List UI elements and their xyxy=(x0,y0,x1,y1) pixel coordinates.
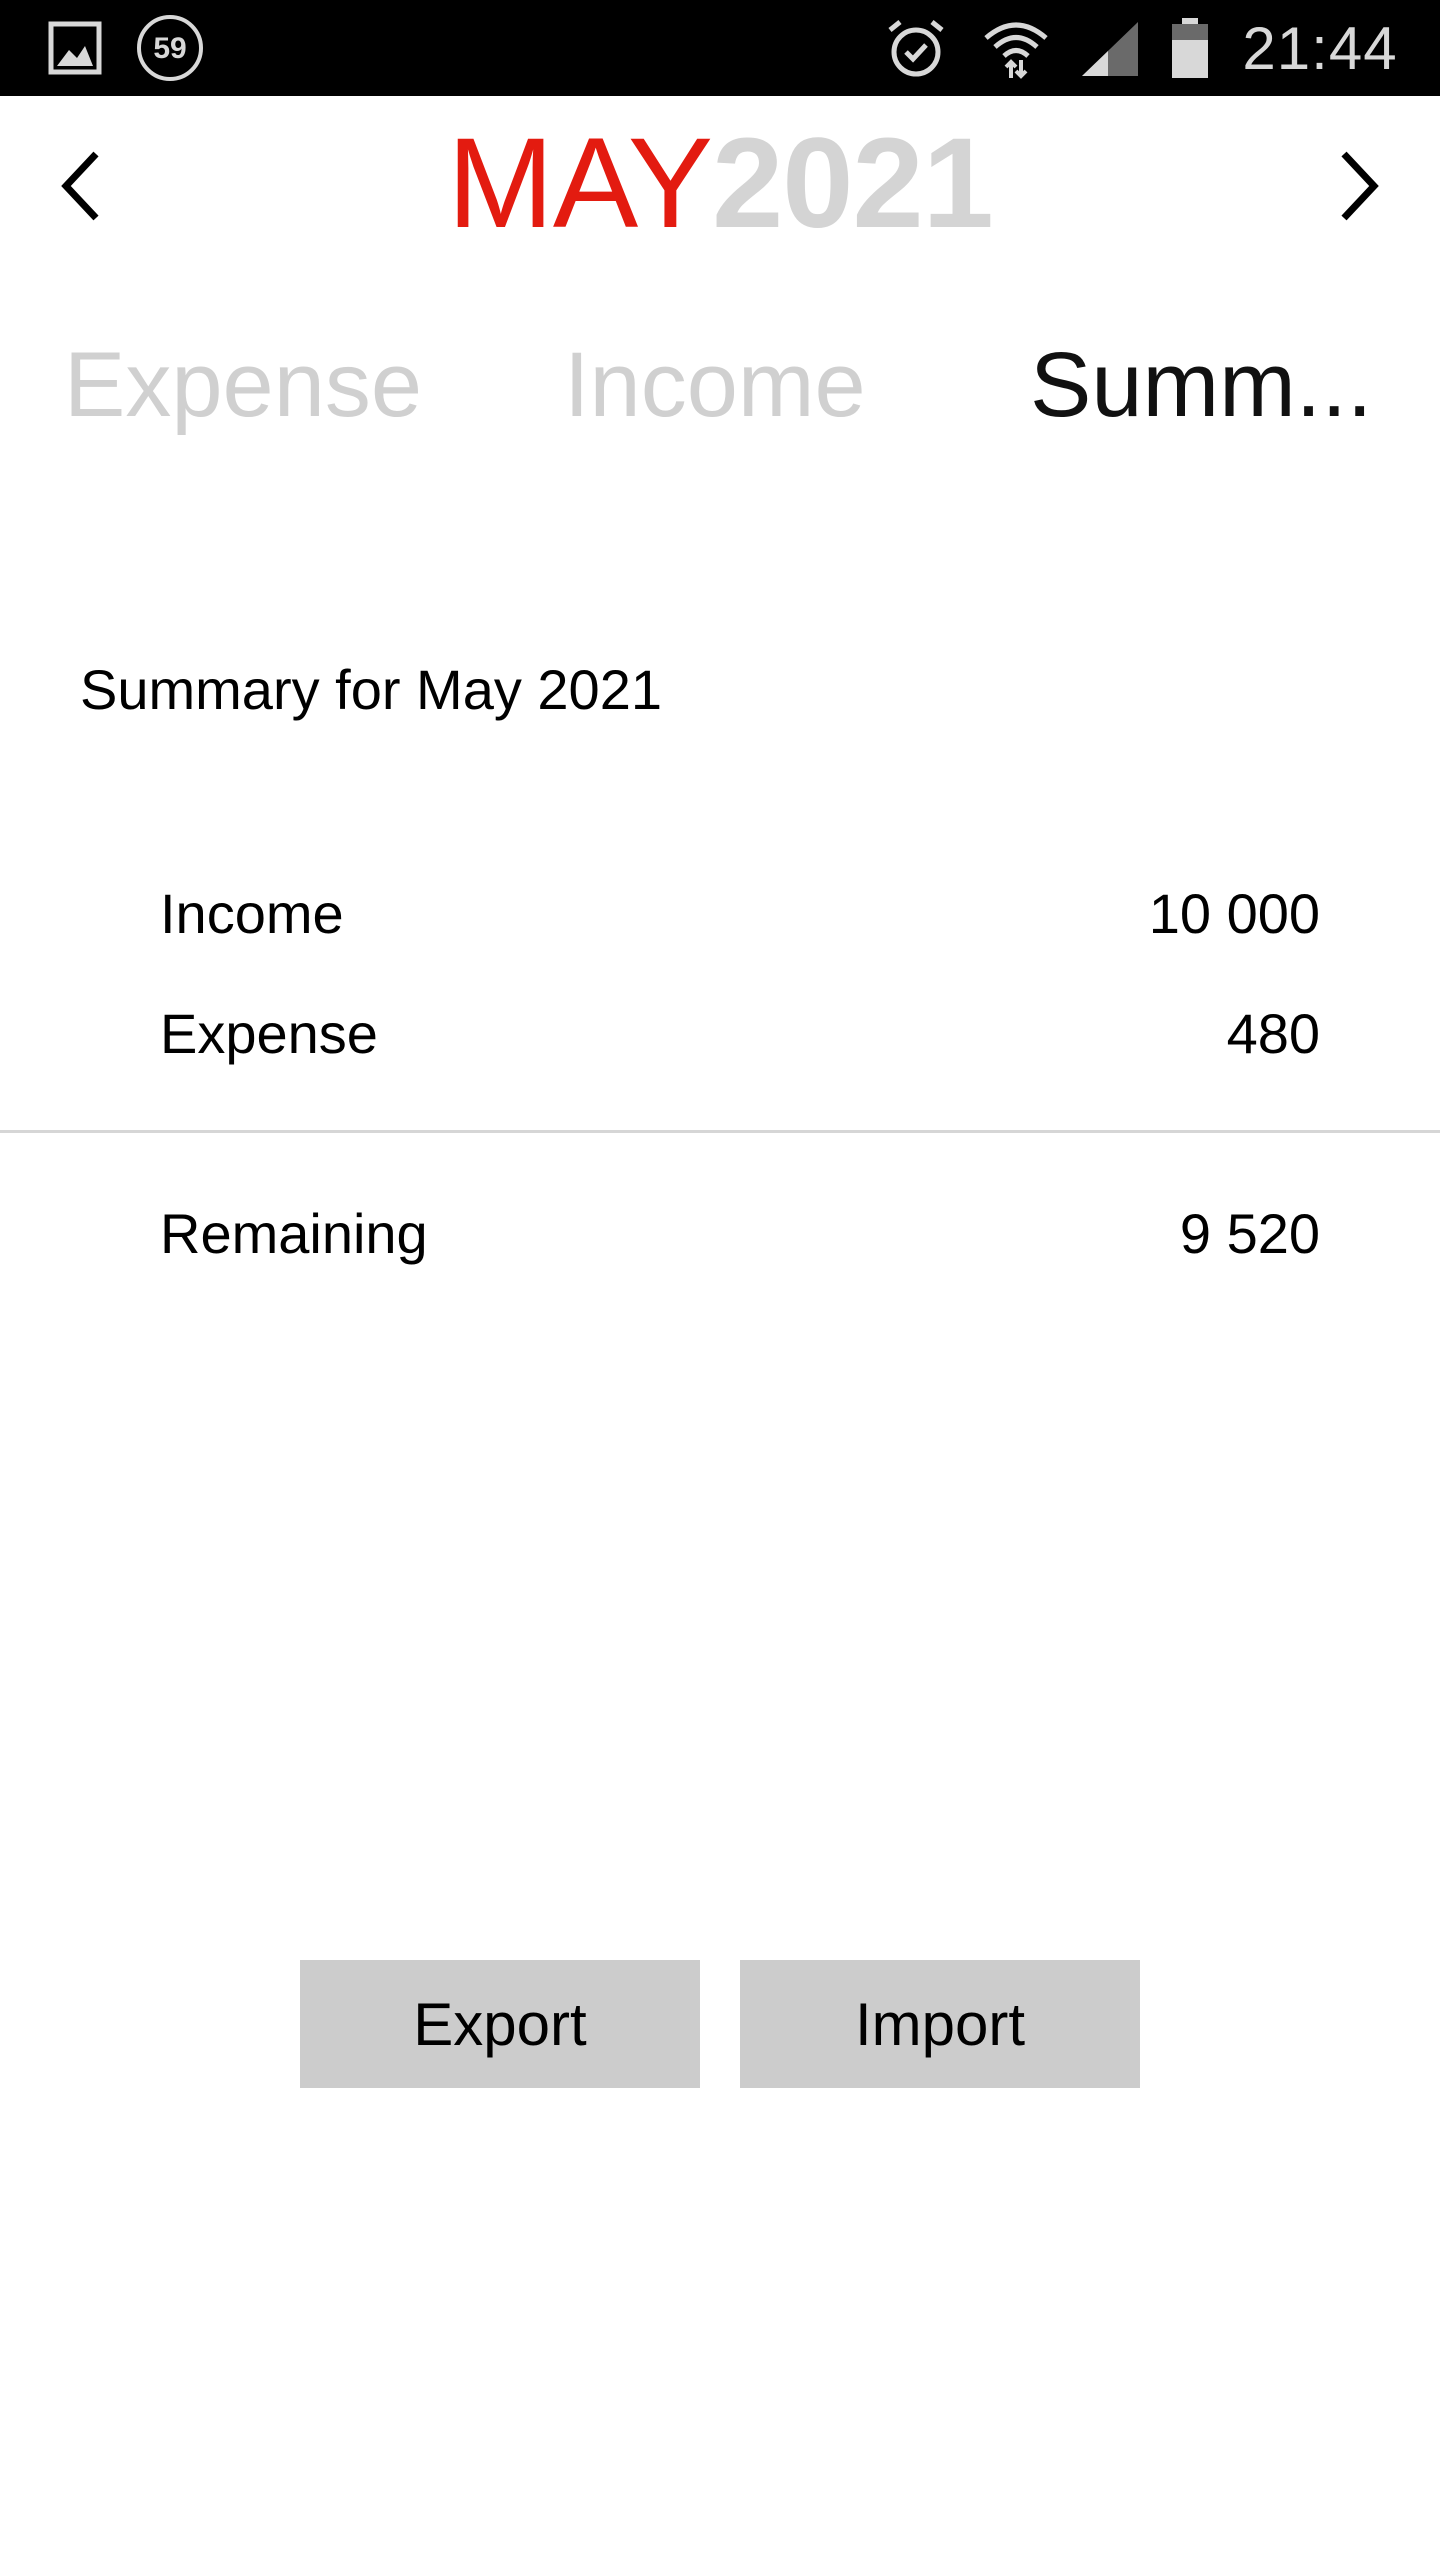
summary-title: Summary for May 2021 xyxy=(80,658,662,721)
status-bar: 59 21:44 xyxy=(0,0,1440,96)
tab-expense[interactable]: Expense xyxy=(64,310,422,460)
tab-income[interactable]: Income xyxy=(564,310,866,460)
remaining-value: 9 520 xyxy=(1179,1202,1320,1265)
signal-icon xyxy=(1072,0,1148,96)
notification-badge-count: 59 xyxy=(153,32,186,65)
income-value: 10 000 xyxy=(1148,882,1320,945)
gallery-icon xyxy=(40,0,110,96)
wifi-icon xyxy=(972,0,1060,96)
export-button[interactable]: Export xyxy=(300,1960,700,2088)
month-label: MAY xyxy=(447,112,713,255)
battery-icon xyxy=(1160,0,1220,96)
expense-value: 480 xyxy=(1226,1002,1320,1065)
summary-row-remaining: Remaining 9 520 xyxy=(160,1194,1320,1274)
chevron-right-icon xyxy=(1341,151,1379,221)
divider xyxy=(0,1130,1440,1133)
month-year-title: MAY2021 xyxy=(0,116,1440,252)
tab-summary[interactable]: Summ... xyxy=(1030,310,1372,460)
month-header: MAY2021 xyxy=(0,96,1440,272)
year-label: 2021 xyxy=(712,112,994,255)
tab-bar: Expense Income Summ... xyxy=(0,310,1440,460)
alarm-icon xyxy=(876,0,956,96)
expense-label: Expense xyxy=(160,1002,378,1065)
notification-badge-icon: 59 xyxy=(130,0,210,96)
summary-row-income: Income 10 000 xyxy=(160,874,1320,954)
next-month-button[interactable] xyxy=(1308,136,1408,236)
income-label: Income xyxy=(160,882,344,945)
summary-row-expense: Expense 480 xyxy=(160,994,1320,1074)
import-button[interactable]: Import xyxy=(740,1960,1140,2088)
remaining-label: Remaining xyxy=(160,1202,428,1265)
status-time: 21:44 xyxy=(1242,14,1398,82)
